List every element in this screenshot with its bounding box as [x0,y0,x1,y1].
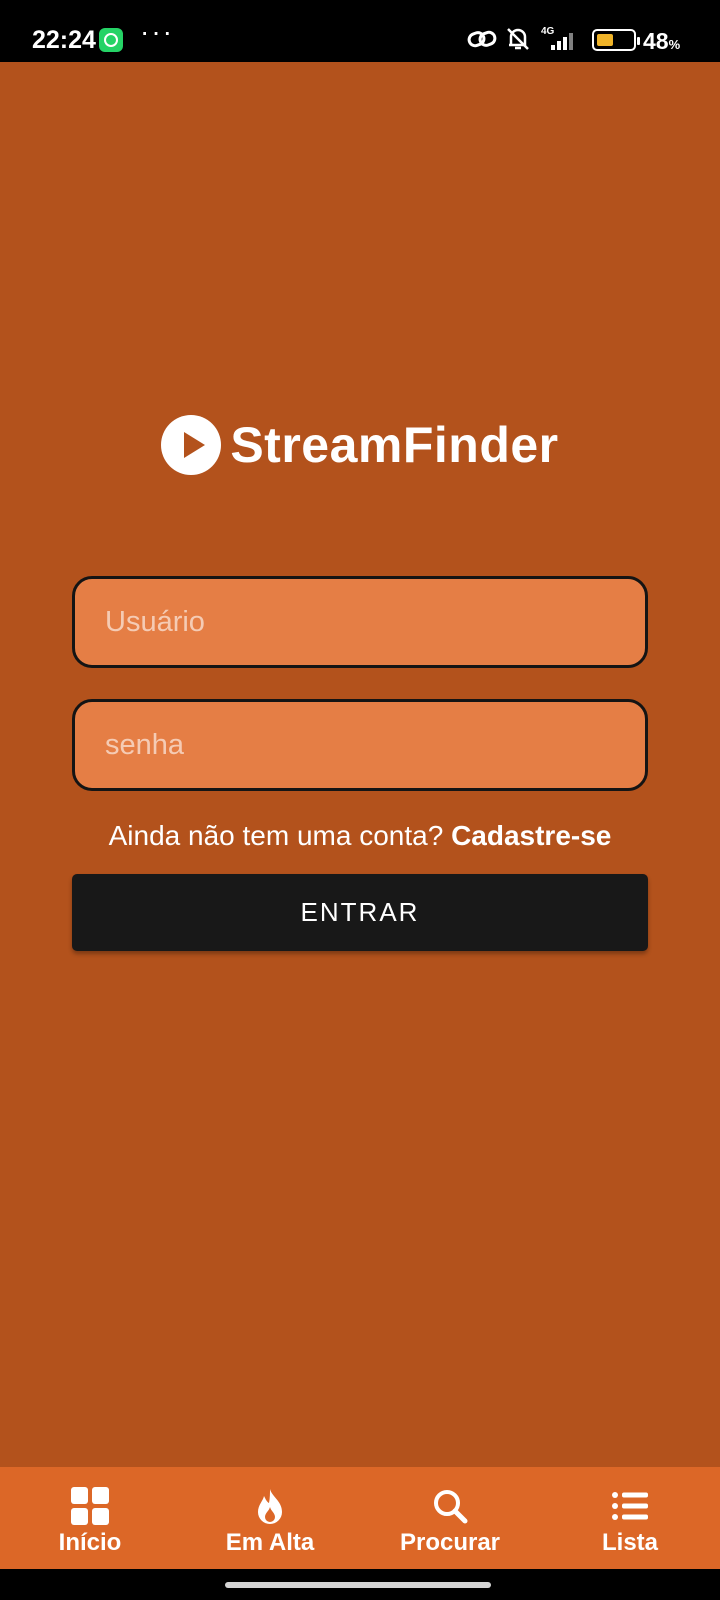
signal-icon [551,30,573,50]
grid-icon [71,1487,109,1525]
nav-label: Início [58,1529,122,1556]
flame-icon [251,1487,289,1525]
signup-link[interactable]: Cadastre-se [451,820,611,851]
nav-label: Em Alta [225,1529,315,1556]
nav-item-em-alta[interactable]: Em Alta [180,1467,360,1569]
home-gesture-handle[interactable] [225,1582,491,1588]
nav-item-inicio[interactable]: Início [0,1467,180,1569]
search-icon [431,1487,469,1525]
play-icon [161,415,222,475]
password-field[interactable] [72,699,648,791]
battery-fill [597,34,613,46]
nav-item-procurar[interactable]: Procurar [360,1467,540,1569]
username-input[interactable] [75,579,645,665]
login-button[interactable]: ENTRAR [72,874,648,951]
signup-prompt-text: Ainda não tem uma conta? [108,820,452,851]
whatsapp-notification-icon [99,28,123,52]
battery-icon [592,29,640,51]
nav-label: Procurar [399,1529,501,1556]
status-time: 22:24 [32,26,96,54]
nav-label: Lista [601,1529,658,1556]
link-icon [467,26,497,57]
bell-off-icon [505,26,531,57]
brand-logo: StreamFinder [0,410,720,480]
more-notifications-icon: ··· [140,16,174,47]
status-bar: 22:24 ··· 4G 48% [0,0,720,62]
bottom-nav: Início Em Alta Procurar Lista [0,1467,720,1569]
nav-item-lista[interactable]: Lista [540,1467,720,1569]
password-input[interactable] [75,702,645,788]
brand-name: StreamFinder [230,417,559,473]
list-icon [611,1487,649,1525]
username-field[interactable] [72,576,648,668]
gesture-bar [0,1569,720,1600]
signup-prompt: Ainda não tem uma conta? Cadastre-se [0,820,720,852]
battery-percent: 48% [643,28,681,54]
